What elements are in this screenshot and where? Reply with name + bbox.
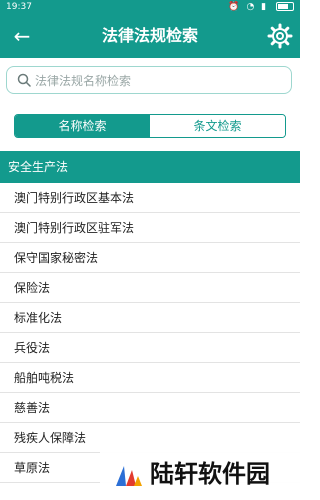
logo-icon: [116, 466, 142, 486]
list-item[interactable]: 船舶吨税法: [0, 363, 300, 393]
search-icon: [17, 73, 31, 87]
status-time: 19:37: [6, 2, 32, 12]
signal-icon: ▮: [261, 2, 269, 12]
watermark-text: 陆轩软件园: [150, 460, 270, 488]
back-arrow-icon: ←: [13, 24, 31, 48]
tab-article-search[interactable]: 条文检索: [150, 115, 285, 137]
settings-button[interactable]: [266, 22, 294, 50]
law-list: 澳门特别行政区基本法 澳门特别行政区驻军法 保守国家秘密法 保险法 标准化法 兵…: [0, 183, 300, 483]
list-item[interactable]: 保守国家秘密法: [0, 243, 300, 273]
list-item[interactable]: 澳门特别行政区基本法: [0, 183, 300, 213]
status-bar: 19:37 ⏰ ◔ ▮: [0, 0, 300, 14]
app-bar: 19:37 ⏰ ◔ ▮ ← 法律法规检索: [0, 0, 300, 58]
list-item[interactable]: 保险法: [0, 273, 300, 303]
status-icons: ⏰ ◔ ▮: [228, 0, 294, 14]
list-item[interactable]: 兵役法: [0, 333, 300, 363]
list-item[interactable]: 标准化法: [0, 303, 300, 333]
search-box[interactable]: [6, 66, 292, 95]
page-title: 法律法规检索: [101, 26, 199, 45]
alarm-icon: ⏰: [228, 2, 242, 12]
tab-name-search[interactable]: 名称检索: [15, 115, 150, 137]
back-button[interactable]: ←: [6, 20, 38, 52]
list-item[interactable]: 慈善法: [0, 393, 300, 423]
section-header[interactable]: 安全生产法: [0, 151, 300, 183]
watermark: 陆轩软件园: [100, 446, 300, 500]
list-item[interactable]: 澳门特别行政区驻军法: [0, 213, 300, 243]
wifi-icon: ◔: [246, 2, 257, 12]
gear-icon: [267, 23, 293, 49]
search-mode-tabs: 名称检索 条文检索: [14, 114, 286, 138]
search-input[interactable]: [33, 67, 287, 95]
battery-icon: [276, 2, 294, 11]
toolbar: ← 法律法规检索: [0, 14, 300, 58]
